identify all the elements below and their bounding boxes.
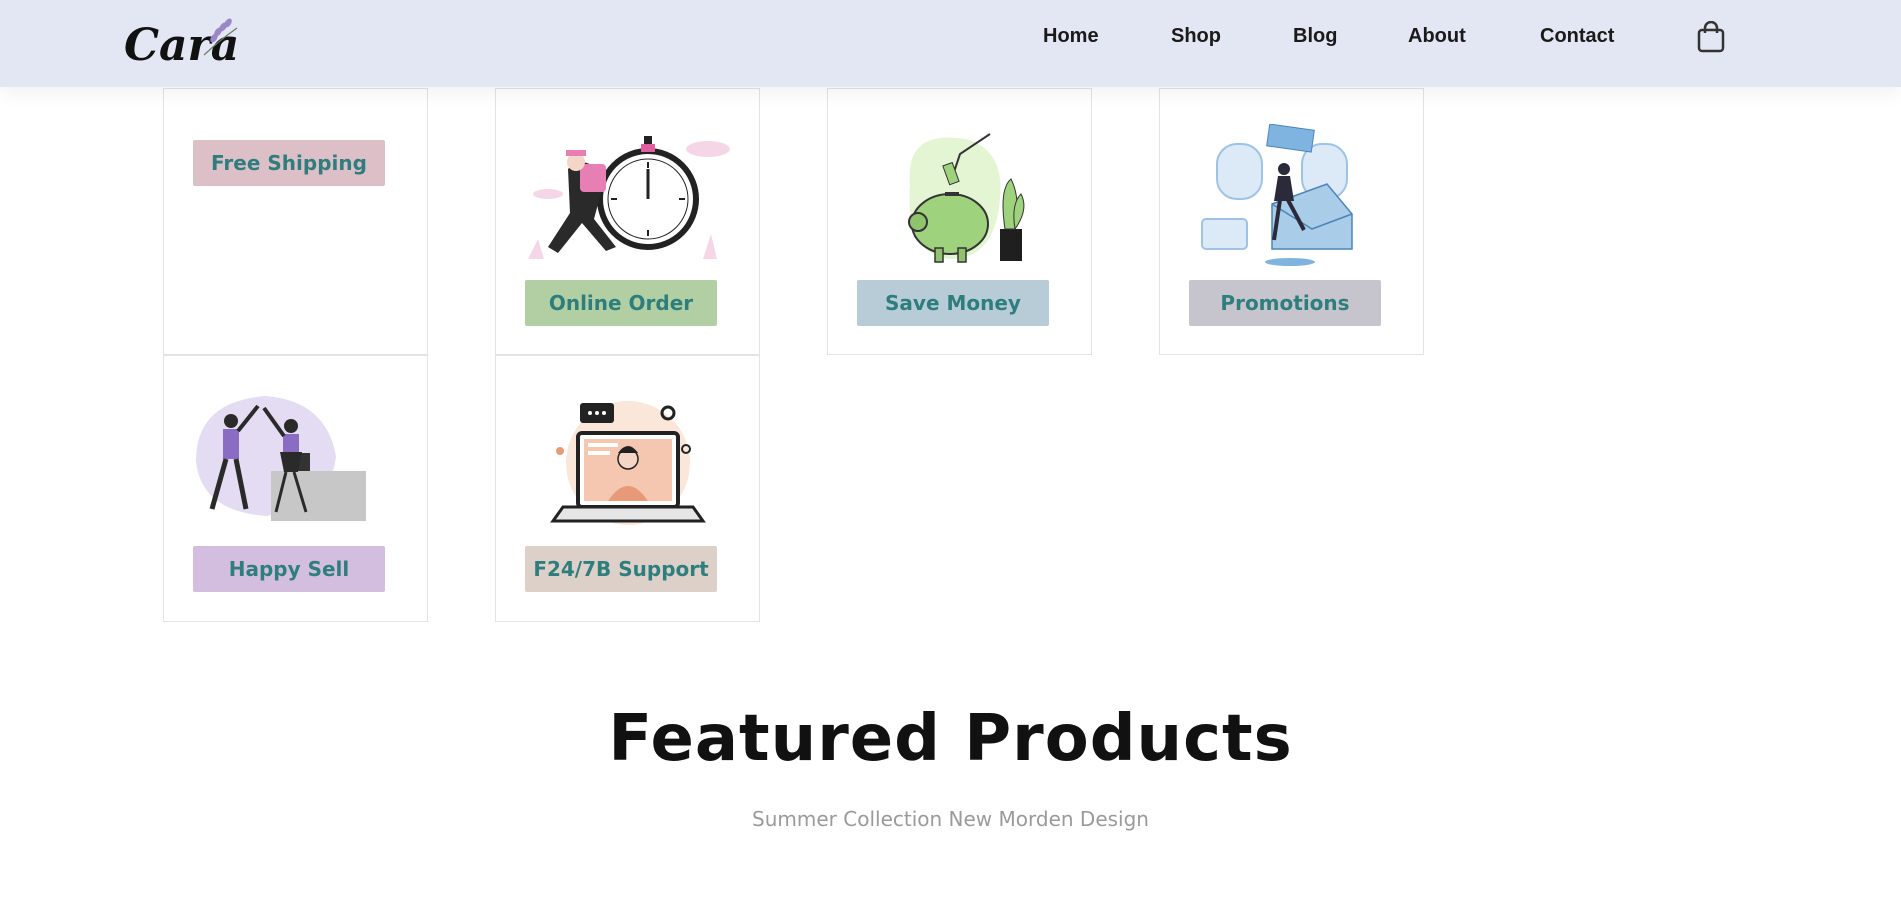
- featured-products-title: Featured Products: [608, 702, 1293, 776]
- happy-sell-icon: [196, 396, 366, 521]
- nav-home[interactable]: Home: [1043, 25, 1099, 48]
- shopping-bag-icon[interactable]: [1696, 21, 1726, 53]
- feature-happy-sell: Happy Sell: [163, 355, 428, 622]
- feature-label: Free Shipping: [193, 140, 385, 186]
- feature-label: F24/7B Support: [525, 546, 717, 592]
- feature-save-money: Save Money: [827, 88, 1092, 355]
- promotions-icon: [1201, 124, 1353, 266]
- feature-label: Online Order: [525, 280, 717, 326]
- cara-logo[interactable]: Cara: [122, 10, 242, 76]
- nav-blog[interactable]: Blog: [1293, 25, 1337, 48]
- online-order-icon: [528, 136, 730, 259]
- site-header: Cara Home Shop Blog About Contact: [0, 0, 1901, 87]
- feature-label: Promotions: [1189, 280, 1381, 326]
- save-money-icon: [908, 133, 1025, 263]
- nav-shop[interactable]: Shop: [1171, 25, 1221, 48]
- nav-about[interactable]: About: [1408, 25, 1466, 48]
- feature-support: F24/7B Support: [495, 355, 760, 622]
- feature-label: Happy Sell: [193, 546, 385, 592]
- featured-products-subtitle: Summer Collection New Morden Design: [752, 807, 1149, 831]
- feature-free-shipping: Free Shipping: [163, 88, 428, 355]
- feature-label: Save Money: [857, 280, 1049, 326]
- feature-promotions: Promotions: [1159, 88, 1424, 355]
- nav-contact[interactable]: Contact: [1540, 25, 1614, 48]
- support-icon: [550, 401, 706, 525]
- feature-online-order: Online Order: [495, 88, 760, 355]
